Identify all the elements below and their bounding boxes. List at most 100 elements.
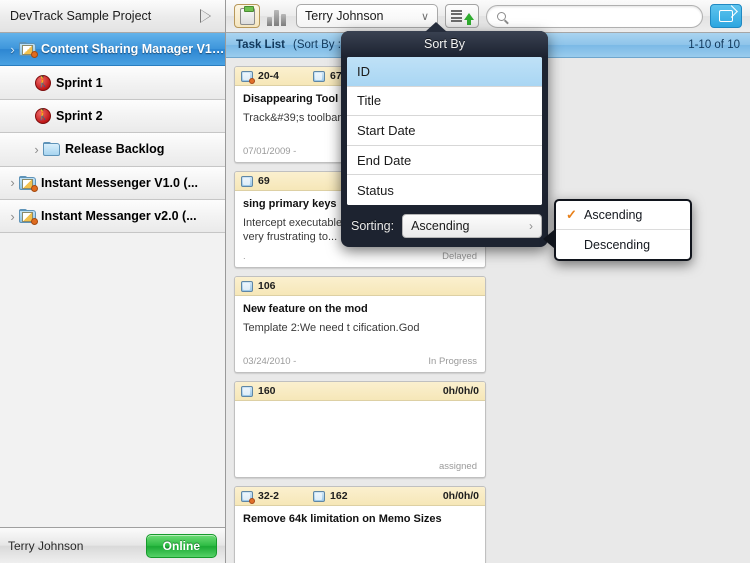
task-card-body: Remove 64k limitation on Memo Sizes	[235, 506, 485, 563]
task-card-header: 160 0h/0h/0	[235, 382, 485, 401]
sidebar-item-1[interactable]: 🚶 Sprint 1	[0, 66, 225, 100]
task-status: Delayed	[442, 251, 477, 262]
sidebar-item-label: Sprint 2	[56, 108, 103, 123]
task-card-body: New feature on the mod Template 2:We need…	[235, 296, 485, 356]
task-type-icon	[313, 490, 326, 502]
sorting-row: Sorting: Ascending ›	[347, 211, 542, 241]
search-icon	[497, 11, 506, 21]
task-card[interactable]: 32-2 162 0h/0h/0 Remove 64k limitation on M…	[234, 486, 486, 563]
chevron-right-icon[interactable]: ›	[6, 42, 19, 57]
chevron-right-icon[interactable]: ›	[6, 209, 19, 224]
sort-direction-label: Ascending	[584, 208, 643, 222]
folder-issue-icon	[19, 42, 38, 59]
sprint-runner-icon: 🚶	[35, 74, 51, 91]
task-card[interactable]: 160 0h/0h/0 assigned	[234, 381, 486, 478]
folder-open-icon	[43, 142, 60, 157]
sort-option-end-date[interactable]: End Date	[347, 145, 542, 176]
project-badge-icon	[241, 490, 255, 504]
chevron-right-icon: ›	[529, 218, 533, 233]
sort-ascending-icon[interactable]	[445, 4, 479, 28]
sidebar-item-3[interactable]: › Release Backlog	[0, 133, 225, 167]
sort-option-title[interactable]: Title	[347, 86, 542, 117]
project-title: DevTrack Sample Project	[10, 9, 152, 23]
task-date-range: .	[243, 251, 246, 262]
task-card-header: 106	[235, 277, 485, 296]
task-id: 160	[258, 385, 276, 397]
clipboard-icon[interactable]	[234, 4, 260, 28]
task-id: 69	[258, 175, 270, 187]
main-panel: Terry Johnson ∨ Task List (Sort By : I 1…	[226, 0, 750, 563]
folder-issue-icon	[19, 175, 38, 192]
task-card-footer: 03/24/2010 - In Progress	[235, 356, 485, 372]
task-description: Template 2:We need t cification.God	[243, 322, 420, 334]
sprint-runner-icon: 🚶	[35, 107, 51, 124]
sorting-direction-button[interactable]: Ascending ›	[402, 213, 542, 238]
task-title: New feature on the mod	[243, 303, 368, 315]
task-type-icon	[241, 385, 253, 397]
check-icon: ✓	[566, 207, 577, 222]
sort-direction-label: Descending	[584, 237, 651, 252]
toolbar: Terry Johnson ∨	[226, 0, 750, 33]
task-id: 106	[258, 280, 276, 292]
sidebar-item-0[interactable]: › Content Sharing Manager V1....	[0, 33, 225, 67]
search-field[interactable]	[512, 9, 692, 23]
task-project-id: 32-2	[258, 490, 280, 502]
task-type-icon	[313, 70, 326, 82]
sort-option-start-date[interactable]: Start Date	[347, 116, 542, 146]
task-status: In Progress	[428, 356, 477, 367]
project-tree: › Content Sharing Manager V1.... 🚶 Sprint 1…	[0, 33, 225, 527]
sidebar-item-4[interactable]: › Instant Messenger V1.0 (...	[0, 166, 225, 200]
online-status-button[interactable]: Online	[145, 533, 217, 558]
sidebar: DevTrack Sample Project › Content Sharing…	[0, 0, 226, 563]
popover-arrow-icon	[425, 22, 447, 32]
chevron-right-icon[interactable]: ›	[30, 142, 43, 157]
sorting-direction-menu: ✓ Ascending ✓Descending	[543, 199, 692, 261]
task-card-header: 32-2 162 0h/0h/0	[235, 487, 485, 506]
project-badge-icon	[241, 70, 255, 84]
chevron-right-icon[interactable]: ›	[6, 175, 19, 190]
folder-issue-icon	[19, 209, 38, 226]
task-hours: 0h/0h/0	[442, 385, 479, 397]
task-id: 67	[330, 70, 342, 82]
app-window: DevTrack Sample Project › Content Sharing…	[0, 0, 750, 563]
task-project-id: 20-4	[258, 70, 280, 82]
task-card-footer: . Delayed	[235, 251, 485, 267]
task-status: assigned	[438, 461, 477, 472]
sort-option-list: ID Title Start Date End Date Status	[347, 57, 542, 205]
user-select-value: Terry Johnson	[305, 9, 384, 23]
task-type-icon	[241, 175, 253, 187]
share-icon[interactable]	[710, 4, 742, 28]
sidebar-item-label: Instant Messenger V1.0 (...	[41, 175, 198, 190]
submenu-arrow-icon	[543, 230, 554, 248]
list-count: 1-10 of 10	[688, 39, 740, 51]
forward-arrow-icon[interactable]	[200, 8, 215, 24]
task-card-footer: assigned	[235, 461, 485, 477]
task-type-icon	[241, 280, 253, 292]
sorting-direction-value: Ascending	[411, 218, 470, 233]
list-title: Task List	[236, 39, 285, 51]
sort-direction-ascending[interactable]: ✓ Ascending	[556, 201, 690, 230]
sidebar-item-label: Sprint 1	[56, 75, 103, 90]
bar-chart-icon[interactable]	[267, 6, 289, 26]
chevron-down-icon: ∨	[420, 10, 429, 23]
task-id: 162	[330, 490, 348, 502]
sort-direction-descending[interactable]: ✓Descending	[556, 230, 690, 259]
sort-option-status[interactable]: Status	[347, 175, 542, 205]
user-select[interactable]: Terry Johnson ∨	[296, 4, 438, 28]
sort-by-popover: Sort By ID Title Start Date End Date Status …	[341, 22, 548, 247]
current-user-label: Terry Johnson	[8, 538, 84, 553]
sidebar-item-5[interactable]: › Instant Messanger v2.0 (...	[0, 199, 225, 234]
sorting-label: Sorting:	[351, 218, 395, 233]
popover-title: Sort By	[341, 31, 548, 57]
task-title: Remove 64k limitation on Memo Sizes	[243, 513, 442, 525]
task-hours: 0h/0h/0	[442, 490, 479, 502]
sort-option-id[interactable]: ID	[347, 57, 542, 87]
sidebar-item-label: Instant Messanger v2.0 (...	[41, 209, 197, 224]
task-card-body	[235, 401, 485, 461]
sidebar-footer: Terry Johnson Online	[0, 527, 225, 563]
task-card[interactable]: 106 New feature on the mod Template 2:We n…	[234, 276, 486, 373]
sidebar-item-2[interactable]: 🚶 Sprint 2	[0, 99, 225, 134]
search-input[interactable]	[486, 4, 703, 28]
sidebar-item-label: Content Sharing Manager V1....	[41, 42, 225, 57]
sidebar-header: DevTrack Sample Project	[0, 0, 225, 33]
